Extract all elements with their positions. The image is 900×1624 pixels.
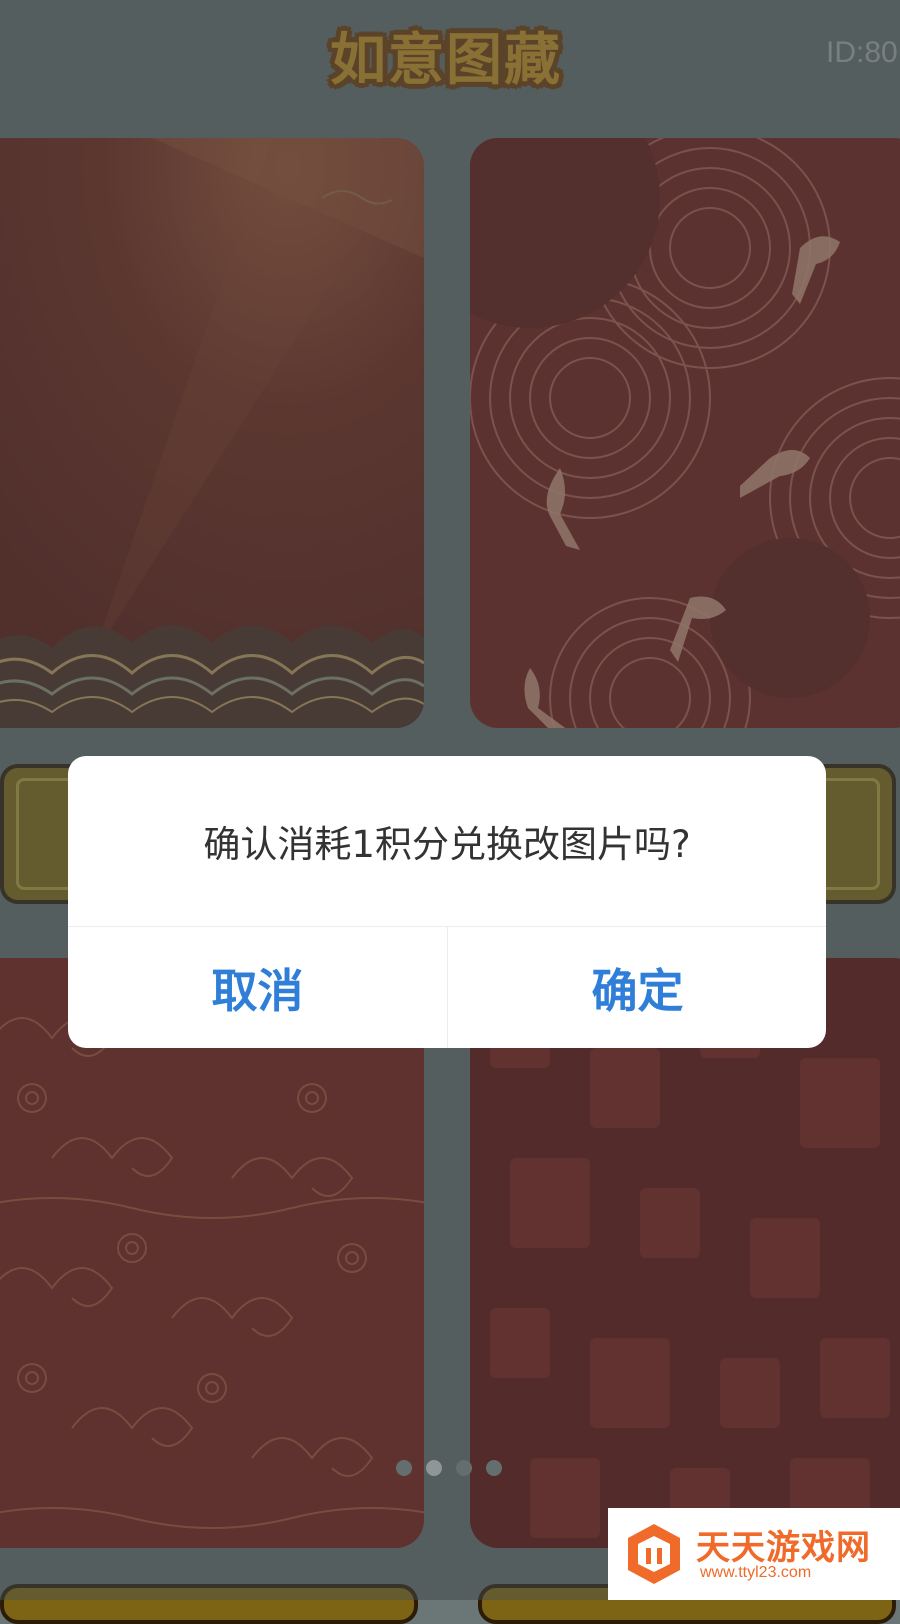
watermark-title: 天天游戏网 (696, 1528, 871, 1568)
site-watermark: 天天游戏网 www.ttyl23.com (608, 1508, 900, 1600)
confirm-button[interactable]: 确定 (448, 927, 826, 1048)
dialog-message: 确认消耗1积分兑换改图片吗? (203, 823, 691, 866)
cancel-button[interactable]: 取消 (68, 927, 447, 1048)
watermark-url: www.ttyl23.com (700, 1564, 812, 1581)
confirm-dialog: 确认消耗1积分兑换改图片吗? 取消 确定 (68, 756, 826, 1048)
watermark-logo-icon (628, 1524, 680, 1584)
